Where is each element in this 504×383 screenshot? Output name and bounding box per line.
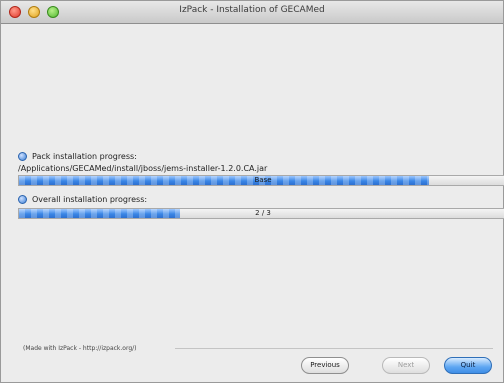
pack-path: /Applications/GECAMed/install/jboss/jems… bbox=[18, 164, 268, 173]
bullet-icon bbox=[18, 195, 27, 204]
pack-progress-bar: Base bbox=[18, 175, 504, 186]
bullet-icon bbox=[18, 152, 27, 161]
installer-window: IzPack - Installation of GECAMed Pack in… bbox=[0, 0, 504, 383]
footer-divider bbox=[175, 348, 493, 349]
overall-progress-label: Overall installation progress: bbox=[32, 195, 148, 204]
install-panel: Pack installation progress: /Application… bbox=[11, 31, 504, 349]
previous-button[interactable]: Previous bbox=[301, 357, 349, 374]
pack-progress-text: Base bbox=[254, 176, 272, 184]
overall-progress-text: 2 / 3 bbox=[255, 209, 271, 217]
window-title: IzPack - Installation of GECAMed bbox=[179, 5, 325, 15]
overall-progress-bar: 2 / 3 bbox=[18, 208, 504, 219]
overall-progress-row: Overall installation progress: bbox=[18, 195, 147, 204]
pack-progress-row: Pack installation progress: bbox=[18, 152, 137, 161]
pack-progress-label: Pack installation progress: bbox=[32, 152, 137, 161]
quit-button[interactable]: Quit bbox=[444, 357, 492, 374]
title-bar: IzPack - Installation of GECAMed bbox=[1, 1, 503, 24]
made-with-izpack-text: (Made with IzPack - http://izpack.org/) bbox=[23, 345, 137, 352]
next-button[interactable]: Next bbox=[382, 357, 430, 374]
